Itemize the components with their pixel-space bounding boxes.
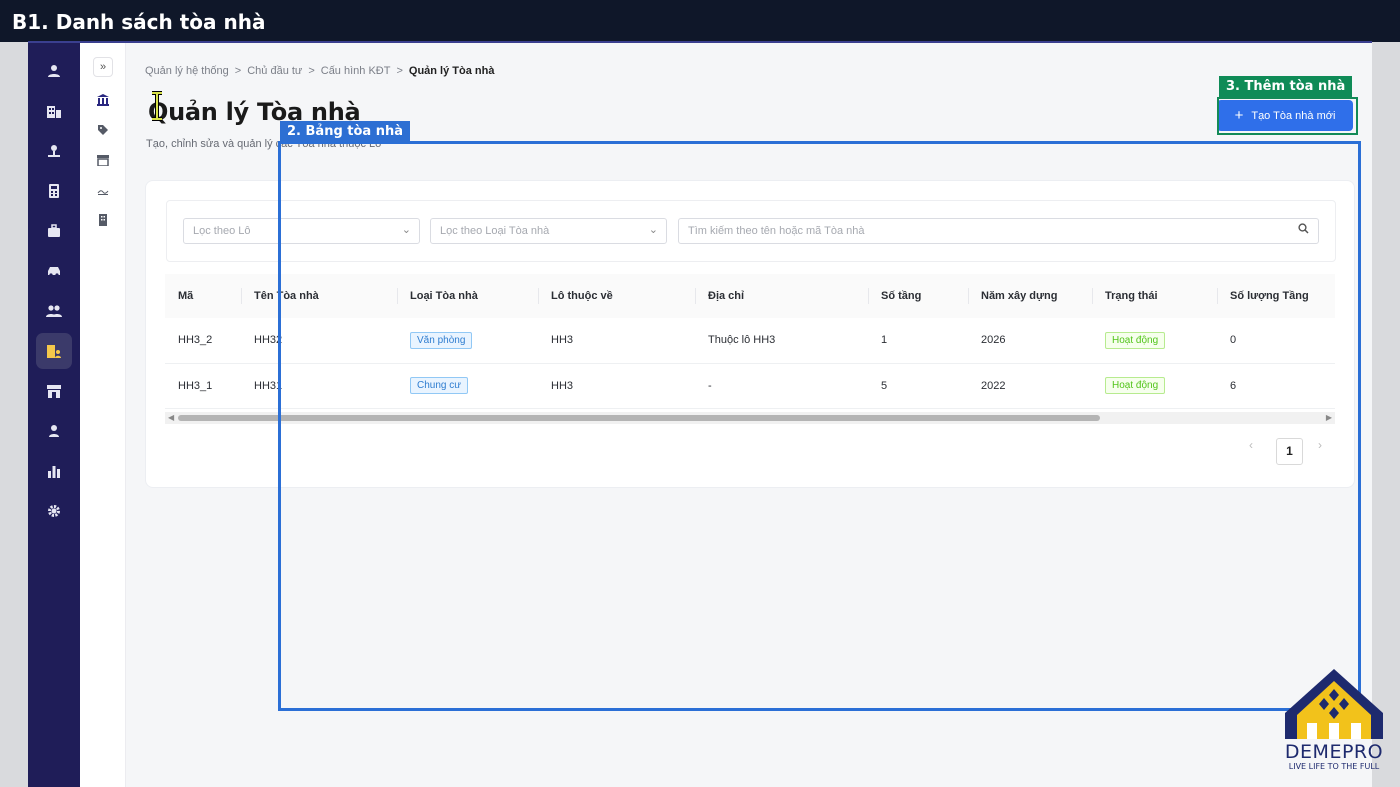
- logo-mark: [1285, 669, 1383, 739]
- calculator-icon[interactable]: [36, 173, 72, 209]
- cell-code: HH3_1: [178, 379, 213, 392]
- sign-icon[interactable]: [94, 184, 112, 200]
- column-divider: [241, 288, 242, 304]
- gear-icon[interactable]: [36, 493, 72, 529]
- secondary-sidebar: »: [80, 43, 126, 787]
- briefcase-icon[interactable]: [36, 213, 72, 249]
- cell-code: HH3_2: [178, 334, 213, 347]
- tag-icon[interactable]: [94, 124, 112, 140]
- chart-icon[interactable]: [36, 453, 72, 489]
- users-icon[interactable]: [36, 293, 72, 329]
- user-icon[interactable]: [36, 53, 72, 89]
- building-icon[interactable]: [94, 214, 112, 230]
- store-icon[interactable]: [36, 373, 72, 409]
- column-header[interactable]: Mã: [165, 274, 241, 318]
- slide-title: B1. Danh sách tòa nhà: [0, 0, 1400, 42]
- breadcrumb-separator: >: [234, 65, 242, 77]
- breadcrumb-separator: >: [308, 65, 315, 77]
- breadcrumb-separator: >: [396, 65, 403, 77]
- car-icon[interactable]: [36, 253, 72, 289]
- table-highlight-box: [278, 141, 1361, 711]
- breadcrumb-item[interactable]: Quản lý hệ thống: [145, 65, 229, 77]
- breadcrumb-current: Quản lý Tòa nhà: [408, 65, 495, 77]
- shop-icon[interactable]: [94, 154, 112, 170]
- logo-brand: DEMEPRO: [1284, 741, 1384, 763]
- add-highlight-box: [1217, 97, 1358, 135]
- primary-sidebar: [28, 43, 80, 787]
- logo-tagline: LIVE LIFE TO THE FULL: [1288, 762, 1380, 771]
- breadcrumb-item[interactable]: Cấu hình KĐT: [321, 65, 391, 77]
- expand-sidebar-button[interactable]: »: [93, 57, 113, 77]
- table-annotation-label: 2. Bảng tòa nhà: [280, 121, 411, 142]
- tree-icon[interactable]: [36, 133, 72, 169]
- breadcrumb: Quản lý hệ thống > Chủ đầu tư > Cấu hình KĐT…: [145, 65, 494, 77]
- text-cursor-icon: [152, 91, 162, 121]
- person-icon[interactable]: [36, 413, 72, 449]
- lot-filter-placeholder: Lọc theo Lô: [193, 225, 251, 237]
- demepro-logo: DEMEPRO LIVE LIFE TO THE FULL: [1279, 665, 1389, 775]
- add-annotation-label: 3. Thêm tòa nhà: [1219, 76, 1353, 97]
- buildings-icon[interactable]: [36, 93, 72, 129]
- bank-icon[interactable]: [94, 94, 112, 110]
- scroll-left-icon[interactable]: ◀: [168, 413, 174, 422]
- building-user-icon[interactable]: [36, 333, 72, 369]
- breadcrumb-item[interactable]: Chủ đầu tư: [247, 65, 302, 77]
